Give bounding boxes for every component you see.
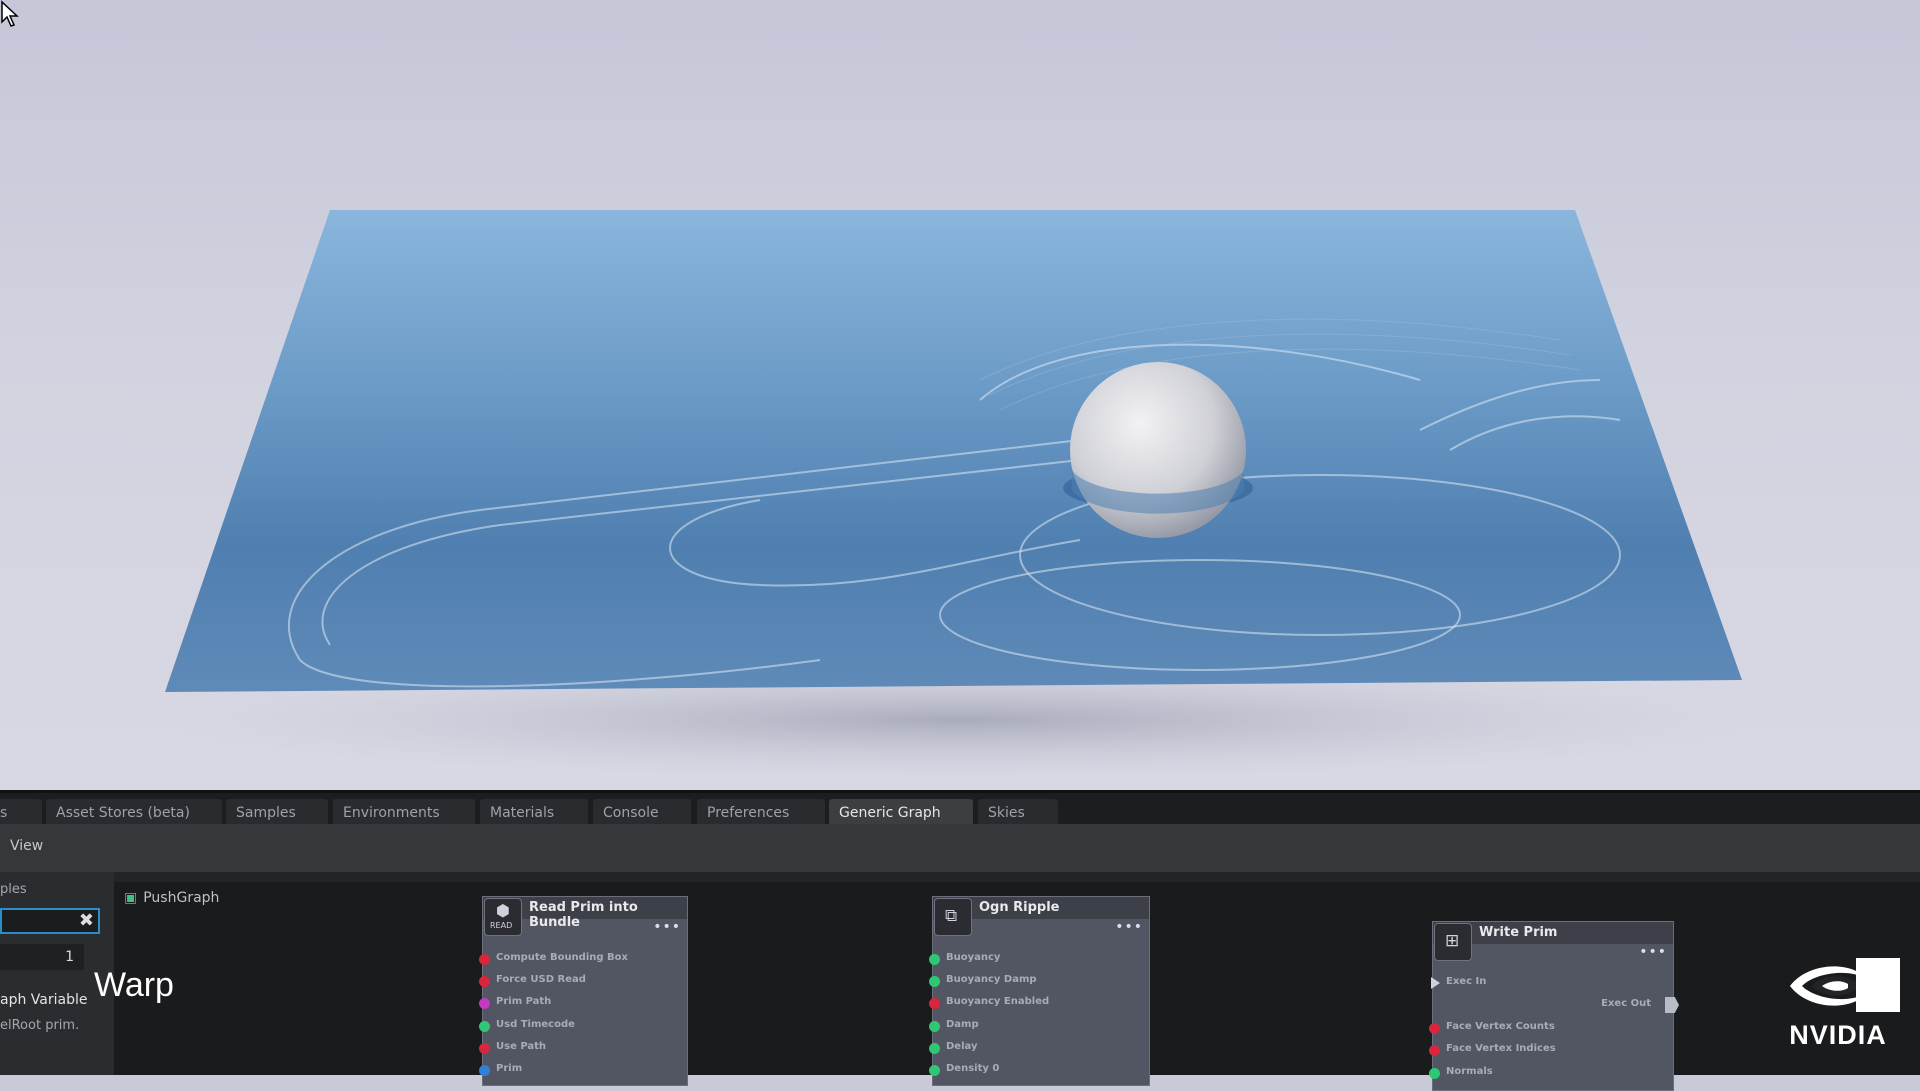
tab-samples[interactable]: Samples (226, 799, 328, 827)
read-icon: READ ⬢ (484, 898, 522, 936)
tab-materials[interactable]: Materials (480, 799, 588, 827)
nvidia-eye-icon (1790, 958, 1900, 1012)
exec-in-icon (1431, 977, 1440, 989)
graph-icon: ▣ (124, 890, 138, 906)
search-input[interactable]: ✖ (0, 908, 100, 934)
tab-console[interactable]: Console (593, 799, 691, 827)
bottom-panel: s Asset Stores (beta) Samples Environmen… (0, 790, 1920, 1091)
water-plane (165, 210, 1742, 692)
graph-toolbar: View (0, 824, 1920, 872)
node-title: Ogn Ripple (979, 900, 1060, 915)
node-ogn-ripple[interactable]: Ogn Ripple ⧉ ••• Buoyancy Buoyancy Damp … (929, 896, 1150, 1086)
clear-search-icon[interactable]: ✖ (79, 910, 94, 931)
read-icon-label: READ (490, 921, 513, 930)
view-menu[interactable]: View (10, 838, 43, 854)
tab-preferences[interactable]: Preferences (697, 799, 825, 827)
port-exec-out[interactable]: Exec Out (1553, 997, 1679, 1015)
node-menu-icon[interactable]: ••• (1639, 944, 1667, 960)
exec-out-icon (1665, 997, 1679, 1013)
simulation-scene (140, 210, 1780, 780)
variable-description: elRoot prim. (0, 1018, 80, 1033)
graph-variable-label: aph Variable (0, 992, 88, 1008)
nvidia-wordmark: NVIDIA (1789, 1020, 1887, 1050)
nvidia-logo: NVIDIA (1768, 956, 1908, 1056)
section-label: ples (0, 882, 27, 897)
mouse-cursor-icon (1, 0, 19, 27)
graph-name: PushGraph (143, 890, 220, 906)
node-read-prim-into-bundle[interactable]: Read Prim into Bundle READ ⬢ ••• Compute… (479, 896, 688, 1086)
tab-skies[interactable]: Skies (978, 799, 1058, 827)
node-title: Write Prim (1479, 925, 1558, 940)
node-menu-icon[interactable]: ••• (653, 919, 681, 935)
variable-value-field[interactable]: 1 (0, 944, 84, 970)
graph-canvas[interactable]: ▣ PushGraph Read Prim into Bundle READ ⬢ … (114, 882, 1920, 1091)
tab-generic-graph[interactable]: Generic Graph (829, 799, 973, 827)
caption-overlay: Warp (94, 966, 174, 1004)
tab-bar: s Asset Stores (beta) Samples Environmen… (0, 790, 1920, 827)
viewport[interactable] (0, 0, 1920, 790)
script-icon: ⧉ (934, 898, 972, 936)
tab-asset-stores[interactable]: Asset Stores (beta) (46, 799, 222, 827)
variable-value: 1 (65, 949, 74, 965)
node-write-prim[interactable]: Write Prim ⊞ ••• Exec In Exec Out Face V… (1429, 921, 1679, 1091)
write-icon: ⊞ (1434, 923, 1472, 961)
graph-title: ▣ PushGraph (124, 890, 219, 906)
tab-environments[interactable]: Environments (333, 799, 475, 827)
tab-partial[interactable]: s (0, 799, 42, 827)
node-menu-icon[interactable]: ••• (1115, 919, 1143, 935)
